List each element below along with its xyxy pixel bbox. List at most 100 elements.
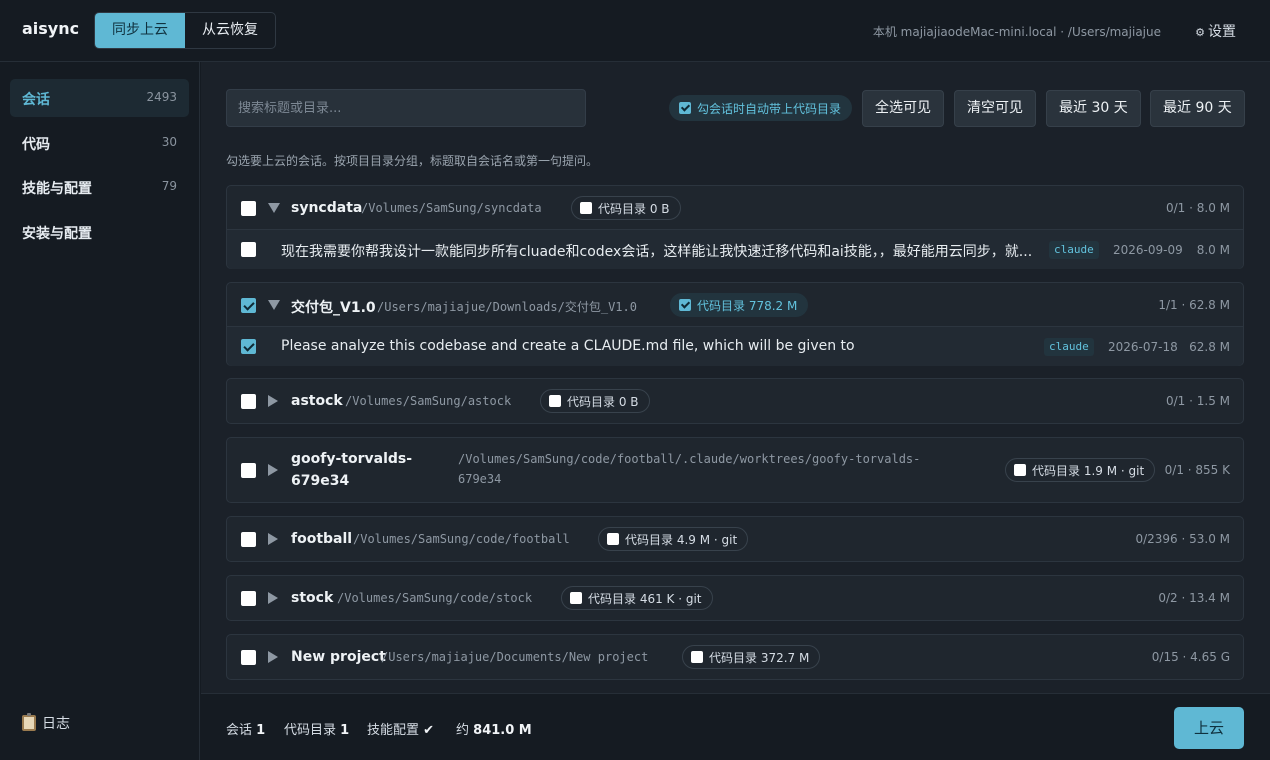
code-dir-toggle[interactable]: 代码目录 0 B — [540, 389, 650, 413]
group-checkbox[interactable] — [241, 532, 256, 547]
checkbox[interactable] — [691, 651, 703, 663]
sidebar-log-label: 日志 — [42, 716, 70, 732]
checkbox[interactable] — [607, 533, 619, 545]
footer-code: 代码目录 1 — [284, 719, 349, 738]
sidebar-item-log[interactable]: 日志 — [22, 713, 70, 733]
last-30-days-button[interactable]: 最近 30 天 — [1046, 90, 1141, 127]
code-dir-label: 代码目录 778.2 M — [697, 298, 798, 313]
sidebar-item-skills[interactable]: 技能与配置 79 — [10, 168, 189, 206]
top-bar: aisync 同步上云 从云恢复 本机 majiajiaodeMac-mini.… — [0, 0, 1270, 62]
select-visible-button[interactable]: 全选可见 — [862, 90, 944, 127]
app-title: aisync — [22, 19, 80, 38]
code-dir-label: 代码目录 1.9 M · git — [1032, 463, 1145, 478]
sidebar-item-label: 会话 — [22, 92, 50, 108]
group-checkbox[interactable] — [241, 463, 256, 478]
expand-caret-icon[interactable] — [268, 592, 278, 604]
footer-sessions: 会话 1 — [226, 719, 265, 738]
clear-visible-button[interactable]: 清空可见 — [954, 90, 1036, 127]
expand-caret-icon[interactable] — [268, 203, 280, 213]
main-panel: 勾会话时自动带上代码目录 全选可见 清空可见 最近 30 天 最近 90 天 勾… — [201, 62, 1270, 693]
sidebar-item-count: 30 — [161, 135, 177, 149]
footer-sessions-label: 会话 — [226, 723, 253, 738]
session-size: 62.8 M — [1189, 340, 1230, 354]
group-stat: 0/15 · 4.65 G — [1151, 650, 1230, 664]
footer-code-label: 代码目录 — [284, 723, 337, 738]
group-name-line2: 679e34 — [291, 473, 350, 489]
footer-skills-check-icon: ✔ — [423, 723, 435, 738]
sidebar-item-code[interactable]: 代码 30 — [10, 124, 189, 162]
checkbox[interactable] — [679, 299, 691, 311]
group-checkbox[interactable] — [241, 298, 256, 313]
code-dir-toggle[interactable]: 代码目录 1.9 M · git — [1005, 458, 1156, 482]
footer-total-label: 约 — [456, 723, 470, 738]
expand-caret-icon[interactable] — [268, 651, 278, 663]
group-name: stock — [291, 590, 334, 606]
mode-restore-button[interactable]: 从云恢复 — [185, 13, 275, 48]
group-path: /Volumes/SamSung/code/stock — [337, 591, 533, 605]
project-group: football /Volumes/SamSung/code/football … — [226, 516, 1244, 562]
checkbox[interactable] — [1014, 464, 1026, 476]
mode-sync-up-button[interactable]: 同步上云 — [95, 13, 185, 48]
session-source-tag: claude — [1049, 241, 1099, 259]
session-row[interactable]: Please analyze this codebase and create … — [227, 326, 1243, 366]
group-checkbox[interactable] — [241, 591, 256, 606]
upload-button[interactable]: 上云 — [1174, 707, 1244, 749]
code-dir-label: 代码目录 461 K · git — [588, 591, 702, 606]
group-checkbox[interactable] — [241, 650, 256, 665]
settings-label: 设置 — [1208, 24, 1236, 40]
session-row[interactable]: 现在我需要你帮我设计一款能同步所有cluade和codex会话，这样能让我快速迁… — [227, 229, 1243, 269]
settings-button[interactable]: ⚙ 设置 — [1195, 21, 1236, 41]
group-stat: 0/2 · 13.4 M — [1158, 591, 1230, 605]
checkbox[interactable] — [570, 592, 582, 604]
footer-bar: 会话 1 代码目录 1 技能配置 ✔ 约 841.0 M 上云 — [201, 693, 1270, 760]
last-90-days-button[interactable]: 最近 90 天 — [1150, 90, 1245, 127]
group-header[interactable]: football /Volumes/SamSung/code/football … — [227, 517, 1243, 561]
sidebar-item-label: 安装与配置 — [22, 226, 92, 242]
footer-skills-label: 技能配置 — [367, 723, 420, 738]
code-dir-toggle[interactable]: 代码目录 0 B — [571, 196, 681, 220]
code-dir-toggle[interactable]: 代码目录 778.2 M — [670, 293, 809, 317]
project-group: stock /Volumes/SamSung/code/stock 代码目录 4… — [226, 575, 1244, 621]
code-dir-label: 代码目录 0 B — [598, 201, 670, 216]
group-checkbox[interactable] — [241, 394, 256, 409]
sidebar-item-install[interactable]: 安装与配置 — [10, 213, 189, 251]
session-checkbox[interactable] — [241, 339, 256, 354]
group-header[interactable]: astock /Volumes/SamSung/astock 代码目录 0 B … — [227, 379, 1243, 423]
footer-sessions-value: 1 — [256, 723, 266, 738]
group-checkbox[interactable] — [241, 201, 256, 216]
checkbox[interactable] — [679, 102, 691, 114]
group-header[interactable]: New project /Users/majiajue/Documents/Ne… — [227, 635, 1243, 679]
group-name: New project — [291, 649, 386, 665]
footer-code-value: 1 — [340, 723, 350, 738]
session-title: Please analyze this codebase and create … — [281, 338, 855, 354]
group-header[interactable]: syncdata /Volumes/SamSung/syncdata 代码目录 … — [227, 186, 1243, 229]
session-source-tag: claude — [1044, 338, 1094, 356]
expand-caret-icon[interactable] — [268, 533, 278, 545]
checkbox[interactable] — [580, 202, 592, 214]
project-group: astock /Volumes/SamSung/astock 代码目录 0 B … — [226, 378, 1244, 424]
code-dir-toggle[interactable]: 代码目录 372.7 M — [682, 645, 821, 669]
host-info: 本机 majiajiaodeMac-mini.local · /Users/ma… — [872, 25, 1161, 39]
group-header[interactable]: 交付包_V1.0 /Users/majiajue/Downloads/交付包_V… — [227, 283, 1243, 326]
group-stat: 0/2396 · 53.0 M — [1135, 532, 1230, 546]
group-path-line2: 679e34 — [458, 472, 502, 486]
group-stat: 0/1 · 1.5 M — [1165, 394, 1230, 408]
group-path-line1: /Volumes/SamSung/code/football/.claude/w… — [458, 452, 921, 466]
expand-caret-icon[interactable] — [268, 464, 278, 476]
sidebar-item-sessions[interactable]: 会话 2493 — [10, 79, 189, 117]
code-dir-toggle[interactable]: 代码目录 461 K · git — [561, 586, 713, 610]
search-input[interactable] — [226, 89, 586, 127]
code-dir-toggle[interactable]: 代码目录 4.9 M · git — [598, 527, 749, 551]
expand-caret-icon[interactable] — [268, 395, 278, 407]
expand-caret-icon[interactable] — [268, 300, 280, 310]
group-path: /Volumes/SamSung/code/football — [353, 532, 570, 546]
project-group: New project /Users/majiajue/Documents/Ne… — [226, 634, 1244, 680]
group-header[interactable]: goofy-torvalds- 679e34 /Volumes/SamSung/… — [227, 438, 1243, 502]
sidebar-item-count: 2493 — [146, 90, 177, 104]
checkbox[interactable] — [549, 395, 561, 407]
auto-include-code-toggle[interactable]: 勾会话时自动带上代码目录 — [669, 95, 853, 121]
session-checkbox[interactable] — [241, 242, 256, 257]
project-group: goofy-torvalds- 679e34 /Volumes/SamSung/… — [226, 437, 1244, 503]
group-header[interactable]: stock /Volumes/SamSung/code/stock 代码目录 4… — [227, 576, 1243, 620]
project-group: syncdata /Volumes/SamSung/syncdata 代码目录 … — [226, 185, 1244, 269]
